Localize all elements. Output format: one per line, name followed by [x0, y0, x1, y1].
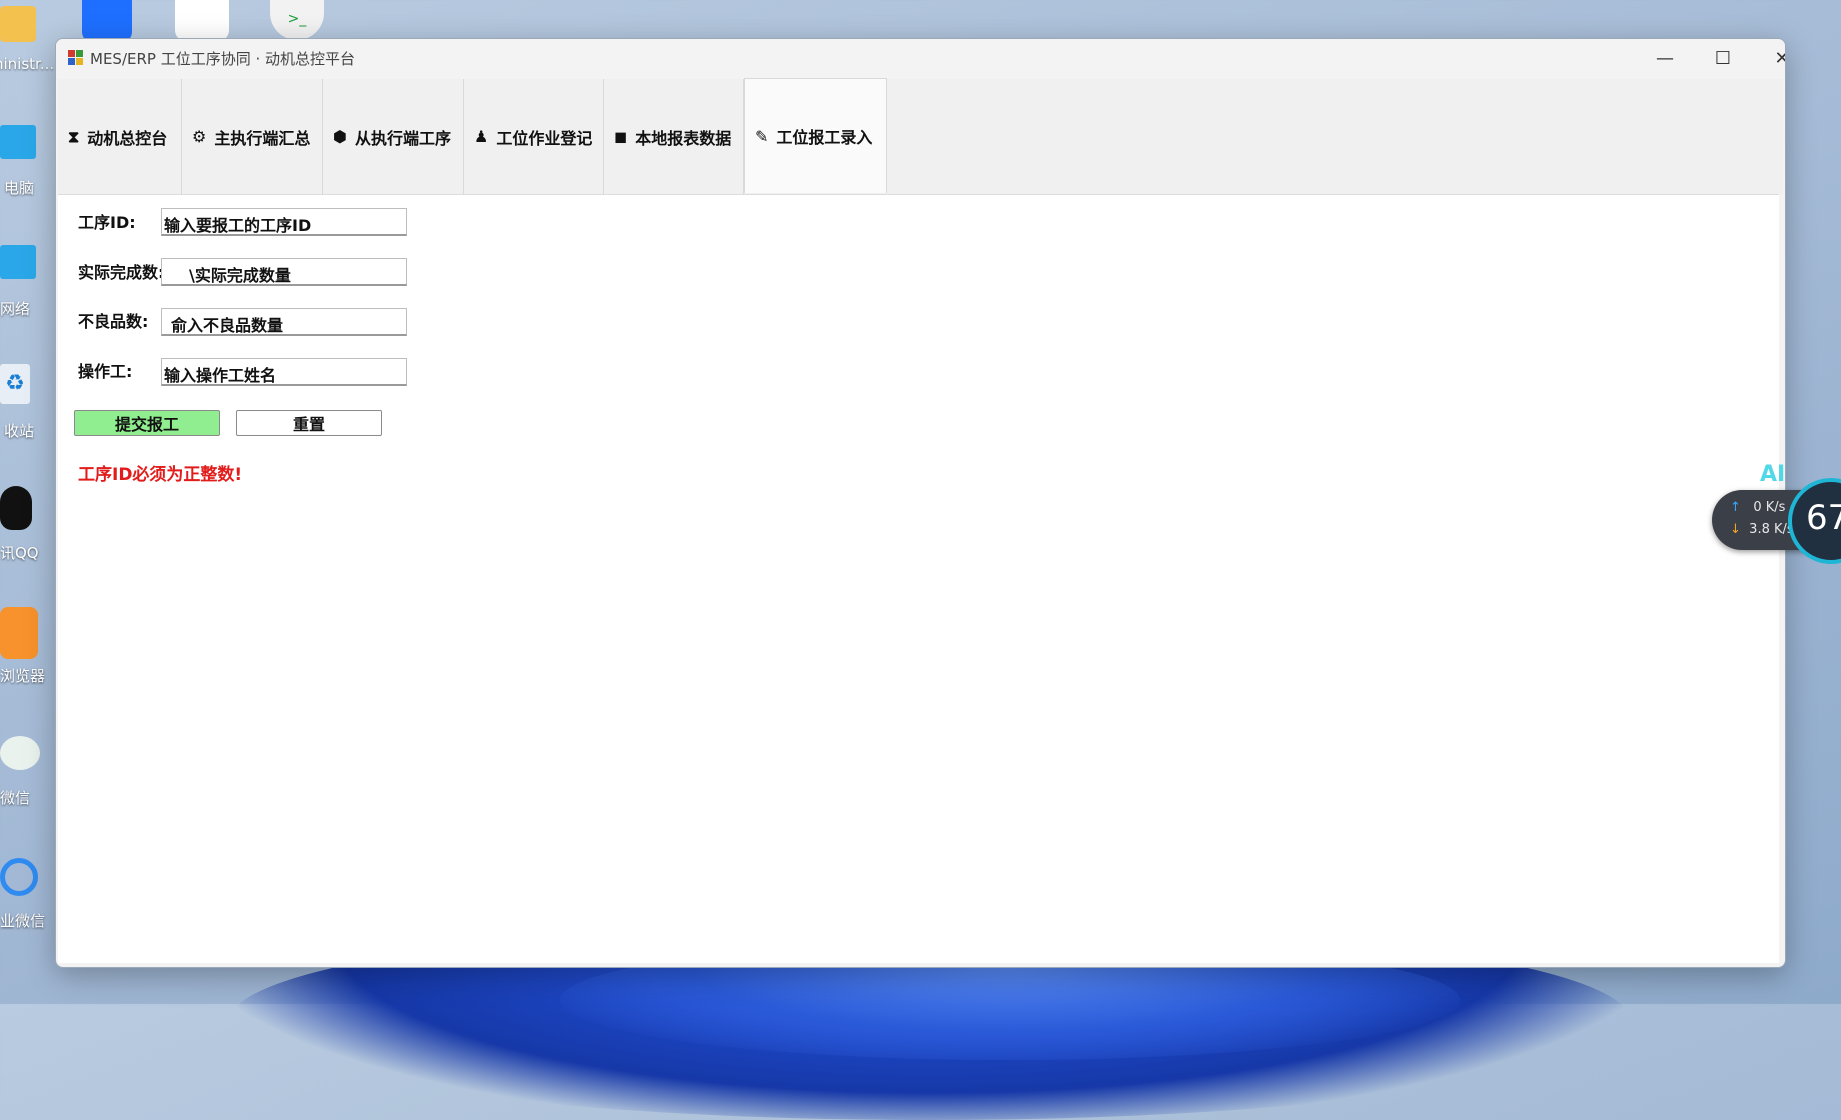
desktop-icon-label: ninistr... — [0, 55, 55, 73]
reset-button[interactable]: 重置 — [236, 410, 382, 436]
tab-label: 主执行端汇总 — [214, 128, 311, 148]
hourglass-icon: ⧗ — [68, 126, 80, 146]
validation-error-message: 工序ID必须为正整数! — [78, 465, 243, 485]
upload-speed: ↑ 0 K/s — [1730, 500, 1785, 515]
qq-penguin-icon — [0, 486, 32, 530]
tab-label: 本地报表数据 — [635, 128, 732, 148]
operator-label: 操作工: — [78, 362, 133, 381]
tab-local-report-data[interactable]: ◼ 本地报表数据 — [604, 79, 744, 194]
desktop-icon-label: 收站 — [4, 422, 35, 440]
uc-browser-desktop-icon[interactable]: 浏览器 — [0, 605, 50, 685]
desktop-icon-label: 网络 — [0, 300, 31, 318]
upload-arrow-icon: ↑ — [1730, 500, 1741, 515]
network-desktop-icon[interactable]: 网络 — [0, 240, 50, 320]
process-id-label: 工序ID: — [78, 213, 136, 232]
folder-icon: ◼ — [614, 127, 628, 146]
wecom-icon — [0, 858, 38, 896]
desktop-icon-label: 业微信 — [0, 912, 46, 930]
actual-done-label: 实际完成数: — [78, 263, 165, 282]
monitor-icon — [0, 125, 36, 159]
defects-input[interactable]: 俞入不良品数量 — [161, 308, 407, 336]
maximize-button[interactable]: ☐ — [1694, 39, 1752, 77]
close-button[interactable]: ✕ — [1753, 39, 1785, 77]
desktop-icon-label: 讯QQ — [0, 544, 39, 562]
tab-label: 从执行端工序 — [354, 128, 451, 148]
wechat-desktop-icon[interactable]: 微信 — [0, 730, 50, 810]
desktop-icon-label: 微信 — [0, 789, 31, 807]
box-icon: ⬢ — [333, 127, 347, 146]
tab-label: 工位报工录入 — [776, 128, 873, 147]
desktop-icon-label: 浏览器 — [0, 667, 46, 685]
minimize-button[interactable]: — — [1636, 39, 1694, 77]
upload-speed-value: 0 K/s — [1753, 500, 1786, 515]
recycle-bin-desktop-icon[interactable]: ♻ 收站 — [0, 362, 50, 442]
administrator-desktop-icon[interactable]: ninistr... — [0, 0, 54, 73]
terminal-desktop-icon[interactable]: >_ — [270, 0, 324, 40]
submit-report-button[interactable]: 提交报工 — [74, 410, 220, 436]
tab-slave-process[interactable]: ⬢ 从执行端工序 — [323, 79, 464, 194]
uc-browser-icon — [0, 607, 38, 659]
baidu-netdisk-desktop-icon[interactable] — [175, 0, 229, 42]
tab-station-work-log[interactable]: ♟ 工位作业登记 — [464, 79, 604, 194]
title-bar[interactable]: MES/ERP 工位工序协同 · 动机总控平台 — ☐ ✕ — [56, 39, 1785, 77]
app-window-icon — [68, 50, 84, 66]
defects-label: 不良品数: — [78, 312, 149, 331]
qq-desktop-icon[interactable]: 讯QQ — [0, 482, 50, 562]
edit-icon: ✎ — [755, 126, 769, 146]
desktop-icon-label: 电脑 — [4, 179, 35, 197]
gear-icon: ⚙ — [192, 127, 207, 146]
tab-label: 工位作业登记 — [496, 128, 593, 148]
tab-label: 动机总控台 — [87, 128, 168, 148]
window-title: MES/ERP 工位工序协同 · 动机总控平台 — [90, 50, 356, 68]
report-entry-panel: 工序ID: 输入要报工的工序ID 实际完成数: \实际完成数量 不良品数: 俞入… — [58, 194, 1779, 963]
download-arrow-icon: ↓ — [1730, 522, 1741, 537]
tab-master-summary[interactable]: ⚙ 主执行端汇总 — [182, 79, 323, 194]
tab-engine-console[interactable]: ⧗ 动机总控台 — [58, 79, 182, 194]
ai-badge: AI — [1760, 462, 1786, 487]
network-monitor-icon — [0, 245, 36, 279]
process-id-input[interactable]: 输入要报工的工序ID — [161, 208, 407, 236]
user-folder-icon — [0, 6, 36, 42]
wecom-desktop-icon[interactable]: 业微信 — [0, 852, 50, 932]
this-pc-desktop-icon[interactable]: 电脑 — [0, 120, 50, 200]
worker-icon: ♟ — [474, 127, 489, 146]
gauge-value: 67 — [1806, 498, 1841, 538]
wechat-icon — [0, 736, 40, 770]
recycle-bin-icon: ♻ — [0, 364, 30, 404]
actual-done-input[interactable]: \实际完成数量 — [161, 258, 407, 286]
app-window: MES/ERP 工位工序协同 · 动机总控平台 — ☐ ✕ ⧗ 动机总控台 ⚙ … — [55, 38, 1786, 968]
feishu-desktop-icon[interactable] — [82, 0, 132, 42]
download-speed: ↓ 3.8 K/s — [1730, 522, 1794, 537]
tab-station-report-entry[interactable]: ✎ 工位报工录入 — [744, 78, 887, 193]
operator-input[interactable]: 输入操作工姓名 — [161, 358, 407, 386]
download-speed-value: 3.8 K/s — [1749, 522, 1794, 537]
